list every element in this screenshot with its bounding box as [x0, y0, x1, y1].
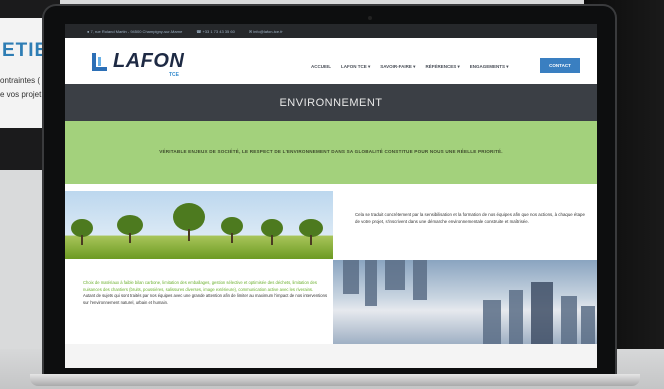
- nav-engagements[interactable]: ENGAGEMENTS ▾: [470, 64, 509, 70]
- phone-text[interactable]: ☎ +33 1 73 43 35 60: [196, 29, 234, 34]
- top-info-bar: ● 7, rue Roland Martin - 94500 Champigny…: [65, 24, 597, 38]
- background-line-1: ontraintes (: [0, 76, 41, 85]
- address-text: ● 7, rue Roland Martin - 94500 Champigny…: [87, 28, 183, 34]
- page-title-banner: ENVIRONNEMENT: [65, 84, 597, 121]
- laptop-base: [30, 374, 640, 386]
- nav-lafon-tce[interactable]: LAFON TCE ▾: [341, 64, 370, 70]
- measures-paragraph: Choix de matériaux à faible bilan carbon…: [83, 280, 331, 306]
- nav-references[interactable]: RÉFÉRENCES ▾: [425, 64, 459, 70]
- email-link[interactable]: ✉ info@lafon-tce.fr: [249, 29, 283, 34]
- page-title: ENVIRONNEMENT: [279, 96, 383, 109]
- nav-savoir-faire[interactable]: SAVOIR-FAIRE ▾: [380, 64, 415, 70]
- webcam: [368, 16, 372, 20]
- laptop-screen: ● 7, rue Roland Martin - 94500 Champigny…: [65, 24, 597, 368]
- measures-dark-text: Autant de sujets qui sont traités par no…: [83, 293, 328, 305]
- trees-landscape-image: [65, 191, 333, 259]
- measures-green-text: Choix de matériaux à faible bilan carbon…: [83, 280, 317, 292]
- highlight-section: VÉRITABLE ENJEUX DE SOCIÉTÉ, LE RESPECT …: [65, 121, 597, 184]
- lafon-logo-icon[interactable]: [91, 52, 109, 72]
- main-nav: ACCUEIL LAFON TCE ▾ SAVOIR-FAIRE ▾ RÉFÉR…: [311, 64, 508, 70]
- city-skyline-image: [333, 260, 597, 344]
- intro-paragraph: Cela se traduit concrètement par la sens…: [355, 212, 585, 224]
- brand-name[interactable]: LAFON: [113, 50, 184, 73]
- highlight-text: VÉRITABLE ENJEUX DE SOCIÉTÉ, LE RESPECT …: [159, 149, 503, 154]
- contact-button[interactable]: CONTACT: [540, 58, 580, 73]
- nav-accueil[interactable]: ACCUEIL: [311, 64, 331, 70]
- site-header: LAFON TCE ACCUEIL LAFON TCE ▾ SAVOIR-FAI…: [65, 38, 597, 85]
- background-line-2: e vos projet: [0, 90, 42, 99]
- footer-strip: [65, 344, 597, 368]
- brand-sub: TCE: [169, 72, 179, 78]
